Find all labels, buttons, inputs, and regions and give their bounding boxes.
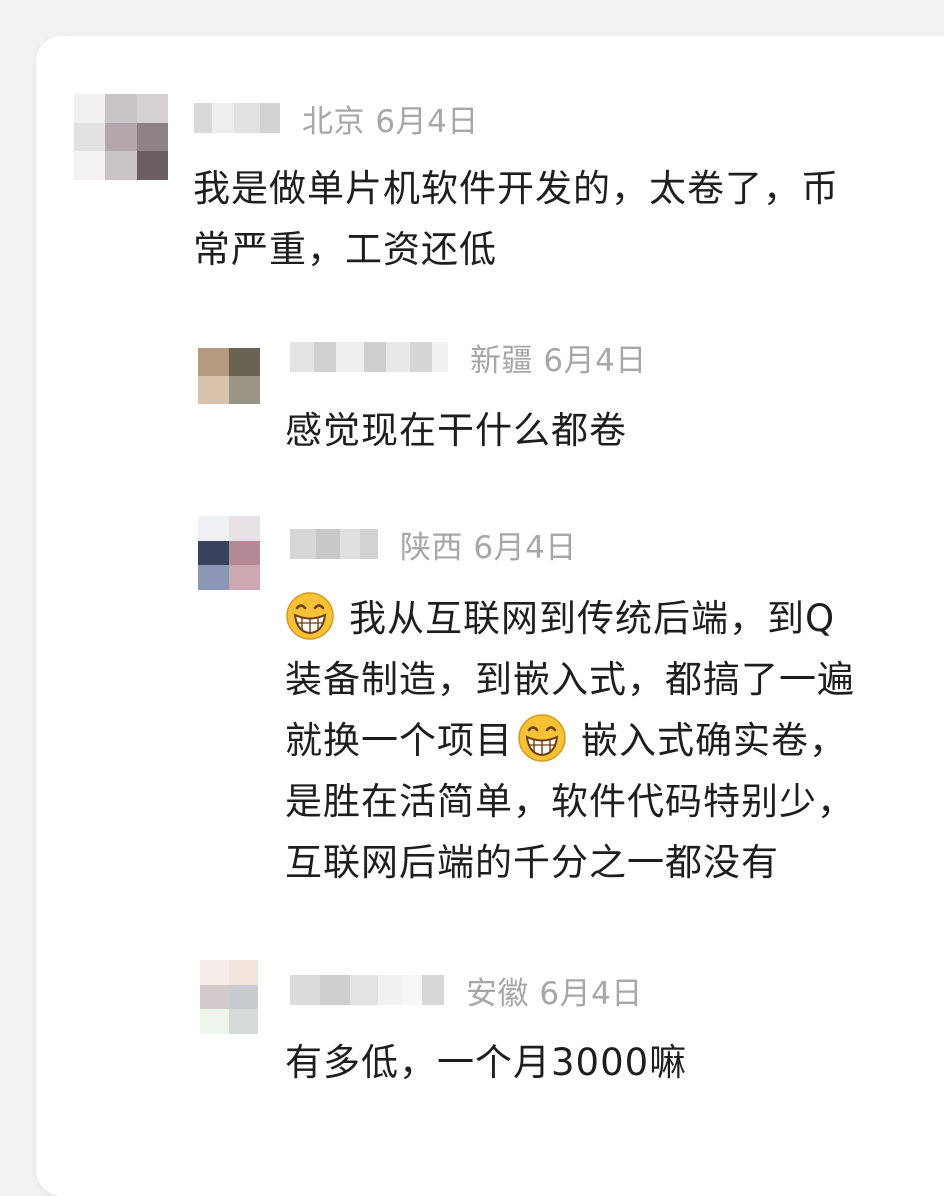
comment-line-text: 就换一个项目 [285, 719, 513, 762]
comment-text: 有多低，一个月3000嘛 [285, 1032, 687, 1093]
comment-meta: 陕西 6月4日 [290, 524, 577, 566]
comment-location: 新疆 [470, 342, 533, 379]
comment-line: 有多低，一个月3000嘛 [285, 1041, 688, 1084]
grinning-face-icon [518, 714, 566, 762]
comment-meta: 安徽 6月4日 [290, 970, 643, 1012]
avatar[interactable] [198, 348, 260, 404]
comment-date: 6月4日 [539, 975, 643, 1012]
comment-text: 我从互联网到传统后端，到Q 装备制造，到嵌入式，都搞了一遍 就换一个项目 嵌入式… [285, 588, 855, 893]
username-blurred[interactable] [194, 103, 280, 133]
username-blurred[interactable] [290, 342, 448, 372]
comment-date: 6月4日 [473, 529, 577, 566]
comment-line: 我是做单片机软件开发的，太卷了，币 [193, 167, 839, 210]
comment-line: 装备制造，到嵌入式，都搞了一遍 [285, 658, 855, 701]
comment-meta: 新疆 6月4日 [290, 337, 647, 379]
comment-line-text: 嵌入式确实卷， [581, 719, 847, 762]
comment-line: 就换一个项目 嵌入式确实卷， [285, 710, 855, 771]
comment-date: 6月4日 [543, 342, 647, 379]
comment-location: 北京 [302, 103, 365, 140]
comment-text: 感觉现在干什么都卷 [285, 400, 627, 461]
comment-date: 6月4日 [375, 103, 479, 140]
comment-location: 安徽 [466, 975, 529, 1012]
comment-meta: 北京 6月4日 [194, 98, 479, 140]
avatar[interactable] [200, 960, 258, 1034]
comment-line: 是胜在活简单，软件代码特别少， [285, 780, 855, 823]
comment-line: 感觉现在干什么都卷 [285, 409, 627, 452]
comment-text: 我是做单片机软件开发的，太卷了，币 常严重，工资还低 [193, 158, 839, 280]
comment-line-text: 我从互联网到传统后端，到Q [349, 597, 836, 640]
username-blurred[interactable] [290, 529, 378, 559]
comment-line: 我从互联网到传统后端，到Q [285, 588, 855, 649]
avatar[interactable] [74, 94, 168, 180]
comment-location: 陕西 [400, 529, 463, 566]
comment-line: 互联网后端的千分之一都没有 [285, 841, 779, 884]
comment-line: 常严重，工资还低 [193, 228, 497, 271]
username-blurred[interactable] [290, 975, 444, 1005]
grinning-face-icon [286, 592, 334, 640]
avatar[interactable] [198, 516, 260, 590]
